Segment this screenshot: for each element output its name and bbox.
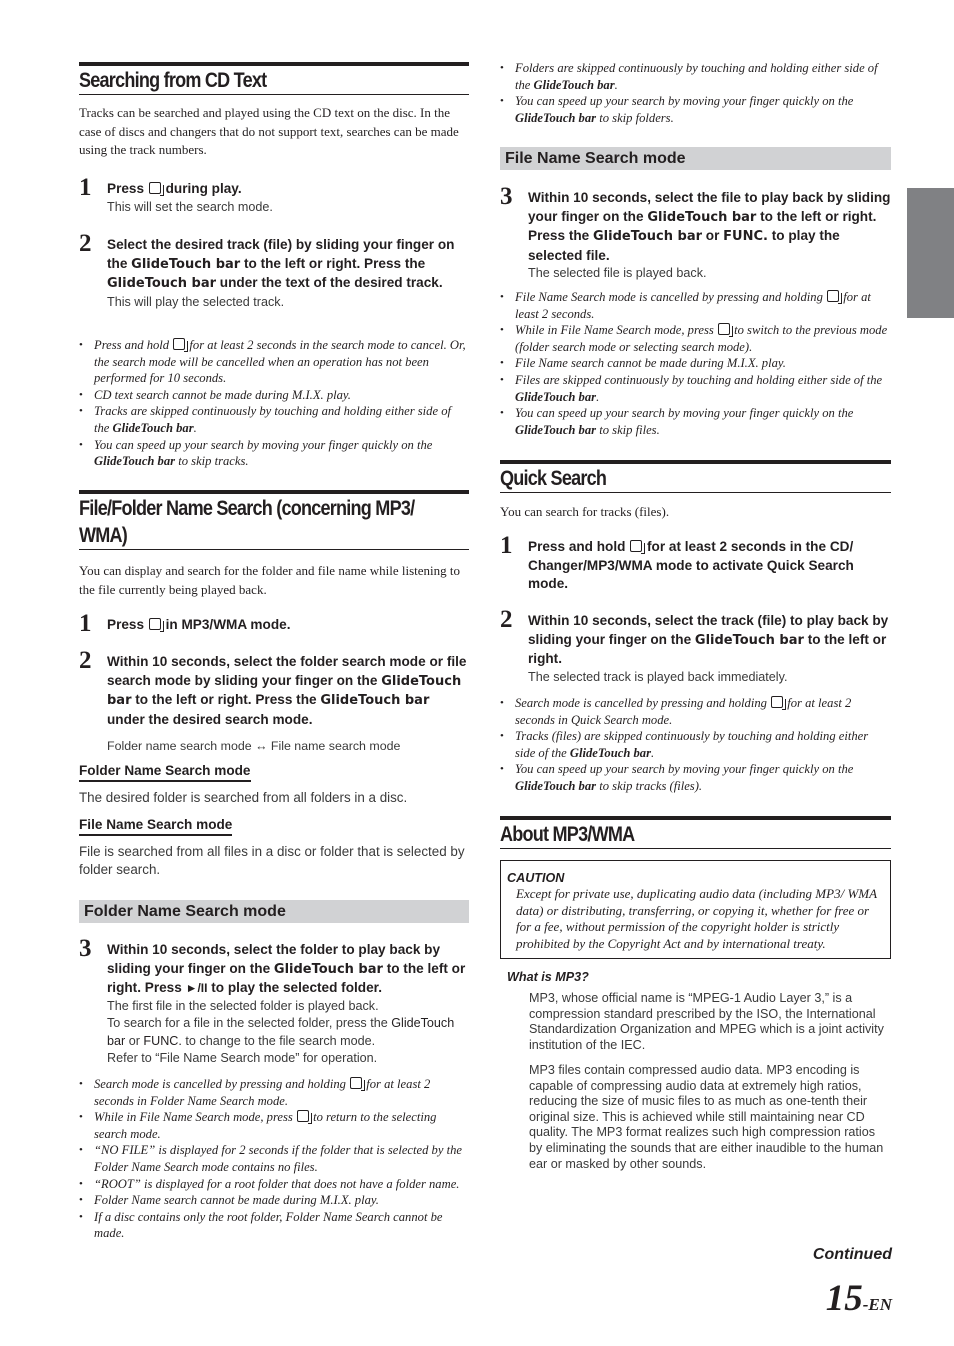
play-pause-icon: ►/II (185, 981, 208, 996)
list-item: If a disc contains only the root folder,… (79, 1209, 469, 1242)
step-2: 2 Within 10 seconds, select the track (f… (500, 606, 891, 686)
subheading-folder-mode: Folder Name Search mode (79, 762, 251, 782)
step-number: 2 (79, 230, 92, 257)
step-1: 1 Press in MP3/WMA mode. (79, 610, 469, 637)
list-item: CD text search cannot be made during M.I… (79, 387, 469, 404)
heading-text: Quick Search (500, 467, 607, 490)
list-item: You can speed up your search by moving y… (500, 93, 891, 126)
step-number: 1 (79, 610, 92, 637)
caution-body: Except for private use, duplicating audi… (516, 886, 877, 951)
mp3-paragraph-2: MP3 files contain compressed audio data.… (529, 1063, 884, 1171)
list-item: You can speed up your search by moving y… (500, 761, 891, 794)
notes-list: Search mode is cancelled by pressing and… (79, 1076, 469, 1242)
list-item: “ROOT” is displayed for a root folder th… (79, 1176, 469, 1193)
section-heading-about-mp3: About MP3/WMA (500, 816, 891, 849)
search-key-icon (630, 540, 646, 554)
instruction-text: Select the desired track (file) by slidi… (107, 237, 455, 292)
caution-box: CAUTION Except for private use, duplicat… (500, 860, 891, 960)
search-key-icon (173, 338, 189, 352)
step-2: 2 Select the desired track (file) by sli… (79, 230, 469, 311)
list-item: Folders are skipped continuously by touc… (500, 60, 891, 93)
list-item: Tracks are skipped continuously by touch… (79, 403, 469, 436)
continued-label: Continued (812, 1246, 892, 1263)
step-note: The selected file is played back. (528, 266, 707, 281)
intro-paragraph: You can display and search for the folde… (79, 563, 460, 597)
band-title: File Name Search mode (505, 150, 686, 167)
list-item: You can speed up your search by moving y… (79, 437, 469, 470)
step-3: 3 Within 10 seconds, select the folder t… (79, 935, 469, 1068)
instruction-text: Press (107, 617, 145, 632)
list-item: Files are skipped continuously by touchi… (500, 372, 891, 405)
list-item: File Name Search mode is cancelled by pr… (500, 289, 891, 322)
step-note: This will play the selected track. (107, 294, 285, 309)
instruction-text: Within 10 seconds, select the folder to … (107, 941, 469, 998)
folder-mode-description: The desired folder is searched from all … (79, 790, 408, 805)
section-heading-file-folder: File/Folder Name Search (concerning MP3/… (79, 490, 469, 550)
page-number: 15-EN (825, 1278, 892, 1319)
instruction-text: Press (107, 181, 145, 196)
list-item: Search mode is cancelled by pressing and… (500, 695, 891, 728)
intro-paragraph: Tracks can be searched and played using … (79, 105, 459, 157)
list-item: Tracks (files) are skipped continuously … (500, 728, 891, 761)
search-key-icon (296, 1110, 312, 1125)
step-2: 2 Within 10 seconds, select the folder s… (79, 647, 469, 756)
list-item: While in File Name Search mode, press to… (500, 322, 891, 355)
list-item: You can speed up your search by moving y… (500, 405, 891, 438)
search-key-icon (717, 323, 733, 338)
search-key-icon (148, 182, 164, 196)
search-key-icon (827, 290, 843, 304)
instruction-text: Press and hold for at least 2 seconds in… (528, 539, 854, 592)
search-key-icon (771, 696, 787, 710)
step-number: 1 (79, 174, 92, 201)
band-title: Folder Name Search mode (84, 903, 286, 920)
list-item: While in File Name Search mode, press to… (79, 1109, 469, 1142)
step-1: 1 Press during play. This will set the s… (79, 174, 469, 216)
step-number: 2 (500, 606, 513, 633)
step-number: 3 (500, 183, 513, 210)
instruction-text: during play. (165, 181, 242, 196)
notes-list: File Name Search mode is cancelled by pr… (500, 289, 891, 438)
mode-cycle-note: Folder name search mode ↔ File name sear… (107, 739, 401, 754)
instruction-text: Within 10 seconds, select the file to pl… (528, 190, 891, 263)
search-key-icon (148, 618, 164, 632)
step-3: 3 Within 10 seconds, select the file to … (500, 183, 891, 283)
step-number: 2 (79, 647, 92, 674)
step-note: The first file in the selected folder is… (107, 998, 379, 1013)
step-1: 1 Press and hold for at least 2 seconds … (500, 532, 891, 594)
list-item: Search mode is cancelled by pressing and… (79, 1076, 469, 1109)
instruction-text: in MP3/WMA mode. (165, 617, 291, 632)
step-number: 1 (500, 532, 513, 559)
list-item: Folder Name search cannot be made during… (79, 1192, 469, 1209)
heading-text: Searching from CD Text (79, 69, 267, 92)
chapter-side-tab (907, 188, 954, 318)
step-note: Refer to “File Name Search mode” for ope… (107, 1051, 378, 1066)
intro-paragraph: You can search for tracks (files). (500, 504, 670, 519)
heading-text: About MP3/WMA (500, 823, 635, 846)
step-note: To search for a file in the selected fol… (107, 1016, 455, 1048)
file-mode-description: File is searched from all files in a dis… (79, 844, 465, 877)
step-note: This will set the search mode. (107, 199, 273, 214)
section-band-folder-mode: Folder Name Search mode (79, 900, 469, 923)
what-is-mp3-heading: What is MP3? (507, 970, 589, 984)
instruction-text: Within 10 seconds, select the folder sea… (107, 654, 467, 727)
section-heading-cd-text: Searching from CD Text (79, 62, 469, 95)
section-heading-quick-search: Quick Search (500, 460, 891, 493)
heading-text: File/Folder Name Search (concerning MP3/… (79, 497, 415, 547)
search-key-icon (350, 1077, 366, 1091)
instruction-text: Within 10 seconds, select the track (fil… (528, 613, 889, 667)
subheading-file-mode: File Name Search mode (79, 816, 233, 836)
notes-list: Folders are skipped continuously by touc… (500, 60, 891, 126)
mp3-paragraph-1: MP3, whose official name is “MPEG-1 Audi… (529, 991, 884, 1052)
notes-list: Press and hold for at least 2 seconds in… (79, 337, 469, 470)
step-note: The selected track is played back immedi… (528, 669, 788, 684)
list-item: “NO FILE” is displayed for 2 seconds if … (79, 1142, 469, 1175)
notes-list: Search mode is cancelled by pressing and… (500, 695, 891, 795)
step-number: 3 (79, 935, 92, 962)
list-item: Press and hold for at least 2 seconds in… (79, 337, 469, 387)
list-item: File Name search cannot be made during M… (500, 355, 891, 372)
caution-title: CAUTION (507, 871, 565, 885)
section-band-file-mode: File Name Search mode (500, 147, 891, 170)
